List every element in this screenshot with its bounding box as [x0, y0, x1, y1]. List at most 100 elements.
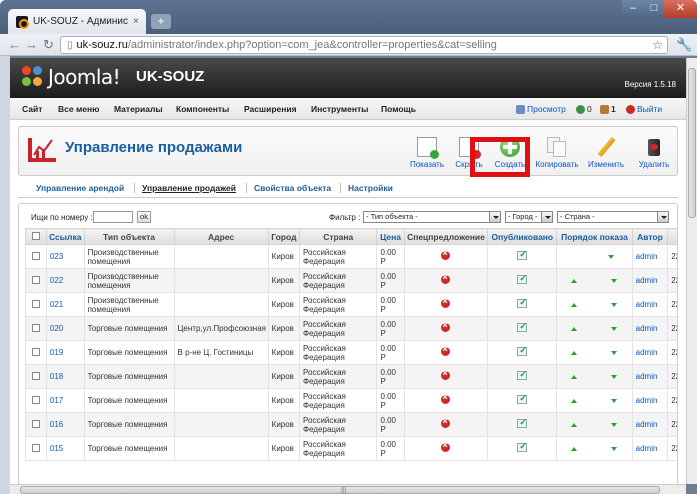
edit-button[interactable]: Изменить [581, 136, 631, 169]
row-ref-link[interactable]: 015 [45, 436, 85, 461]
not-special-icon[interactable] [441, 320, 451, 332]
published-check-icon[interactable] [517, 273, 528, 284]
order-down-icon[interactable] [611, 351, 618, 355]
tab-close-icon[interactable]: × [133, 16, 139, 27]
city-select[interactable]: - Город - [505, 211, 553, 223]
order-down-icon[interactable] [611, 279, 618, 283]
row-author-link[interactable]: admin [631, 436, 669, 461]
row-ref-link[interactable]: 021 [45, 292, 85, 317]
horizontal-scroll-thumb[interactable]: ||| [20, 486, 660, 494]
row-ref-link[interactable]: 018 [45, 364, 85, 389]
row-author-link[interactable]: admin [631, 340, 669, 365]
address-bar[interactable]: ▯ uk-souz.ru/administrator/index.php?opt… [60, 36, 668, 54]
table-row[interactable]: 022 Производственные помещения Киров Россий… [25, 268, 677, 293]
row-author-link[interactable]: admin [631, 388, 669, 413]
row-checkbox[interactable] [31, 443, 40, 452]
row-author-link[interactable]: admin [631, 292, 669, 317]
horizontal-scrollbar[interactable]: ||| [10, 484, 686, 494]
menu-item-content[interactable]: Материалы [114, 104, 163, 114]
order-up-icon[interactable] [571, 279, 578, 283]
row-checkbox[interactable] [31, 275, 40, 284]
order-up-icon[interactable] [571, 303, 578, 307]
published-check-icon[interactable] [517, 297, 528, 308]
country-select[interactable]: - Страна - [557, 211, 669, 223]
order-up-icon[interactable] [571, 447, 578, 451]
table-row[interactable]: 015 Торговые помещения Киров Российская Фед… [25, 436, 677, 461]
menu-item-tools[interactable]: Инструменты [311, 104, 368, 114]
order-up-icon[interactable] [571, 423, 578, 427]
tab-object-properties[interactable]: Свойства объекта [245, 183, 331, 193]
not-special-icon[interactable] [441, 272, 451, 284]
minimize-button[interactable]: – [622, 0, 644, 18]
row-checkbox[interactable] [31, 323, 40, 332]
object-type-select[interactable]: - Тип объекта - [363, 211, 501, 223]
row-author-link[interactable]: admin [631, 268, 669, 293]
menu-item-extensions[interactable]: Расширения [244, 104, 297, 114]
preview-link[interactable]: Просмотр [516, 104, 566, 114]
published-check-icon[interactable] [517, 249, 528, 260]
table-row[interactable]: 021 Производственные помещения Киров Россий… [25, 292, 677, 317]
order-up-icon[interactable] [571, 327, 578, 331]
order-down-icon[interactable] [611, 399, 618, 403]
select-all-checkbox[interactable] [31, 231, 40, 240]
vertical-scrollbar[interactable] [686, 58, 697, 484]
row-ref-link[interactable]: 020 [45, 316, 85, 341]
published-check-icon[interactable] [517, 393, 528, 404]
order-down-icon[interactable] [611, 447, 618, 451]
tab-rent-management[interactable]: Управление арендой [36, 183, 124, 193]
col-ref[interactable]: Ссылка [45, 228, 85, 245]
not-special-icon[interactable] [441, 368, 451, 380]
vertical-scroll-thumb[interactable] [688, 68, 696, 218]
row-checkbox[interactable] [31, 419, 40, 428]
row-author-link[interactable]: admin [631, 364, 669, 389]
order-up-icon[interactable] [571, 375, 578, 379]
maximize-button[interactable]: □ [644, 0, 664, 18]
not-special-icon[interactable] [441, 440, 451, 452]
col-author[interactable]: Автор [631, 228, 669, 245]
row-checkbox[interactable] [31, 371, 40, 380]
row-author-link[interactable]: admin [631, 316, 669, 341]
row-ref-link[interactable]: 016 [45, 412, 85, 437]
new-tab-button[interactable]: + [151, 14, 171, 29]
published-check-icon[interactable] [517, 441, 528, 452]
not-special-icon[interactable] [441, 344, 451, 356]
table-row[interactable]: 019 Торговые помещения В р-не Ц. Гостиницы… [25, 340, 677, 365]
search-number-input[interactable] [93, 211, 133, 223]
table-row[interactable]: 018 Торговые помещения Киров Российская Фед… [25, 364, 677, 389]
order-up-icon[interactable] [571, 399, 578, 403]
table-row[interactable]: 016 Торговые помещения Киров Российская Фед… [25, 412, 677, 437]
order-up-icon[interactable] [571, 351, 578, 355]
published-check-icon[interactable] [517, 345, 528, 356]
tab-sales-management[interactable]: Управление продажей [134, 183, 236, 193]
row-ref-link[interactable]: 019 [45, 340, 85, 365]
table-row[interactable]: 017 Торговые помещения Киров Российская Фед… [25, 388, 677, 413]
wrench-icon[interactable]: 🔧 [676, 37, 692, 53]
row-checkbox[interactable] [31, 299, 40, 308]
col-price[interactable]: Цена [376, 228, 405, 245]
menu-item-help[interactable]: Помощь [381, 104, 416, 114]
search-ok-button[interactable]: ok [137, 211, 151, 223]
row-checkbox[interactable] [31, 395, 40, 404]
order-down-icon[interactable] [611, 423, 618, 427]
col-published[interactable]: Опубликовано [487, 228, 558, 245]
not-special-icon[interactable] [441, 392, 451, 404]
table-row[interactable]: 020 Торговые помещения Центр,ул.Профсоюзна… [25, 316, 677, 341]
published-check-icon[interactable] [517, 417, 528, 428]
menu-item-all-menus[interactable]: Все меню [58, 104, 99, 114]
copy-button[interactable]: Копировать [532, 137, 582, 169]
bookmark-star-icon[interactable]: ☆ [652, 38, 663, 52]
col-order[interactable]: Порядок показа [556, 228, 633, 245]
back-arrow-icon[interactable]: ← [8, 37, 21, 52]
order-down-icon[interactable] [611, 303, 618, 307]
messages-count[interactable]: 0 [576, 104, 592, 114]
published-check-icon[interactable] [517, 369, 528, 380]
not-special-icon[interactable] [441, 416, 451, 428]
not-special-icon[interactable] [441, 296, 451, 308]
order-down-icon[interactable] [611, 327, 618, 331]
published-check-icon[interactable] [517, 321, 528, 332]
row-author-link[interactable]: admin [631, 412, 669, 437]
tab-settings[interactable]: Настройки [340, 183, 393, 193]
row-ref-link[interactable]: 022 [45, 268, 85, 293]
table-row[interactable]: 023 Производственные помещения Киров Россий… [25, 244, 677, 269]
delete-button[interactable]: Удалить [629, 137, 679, 169]
